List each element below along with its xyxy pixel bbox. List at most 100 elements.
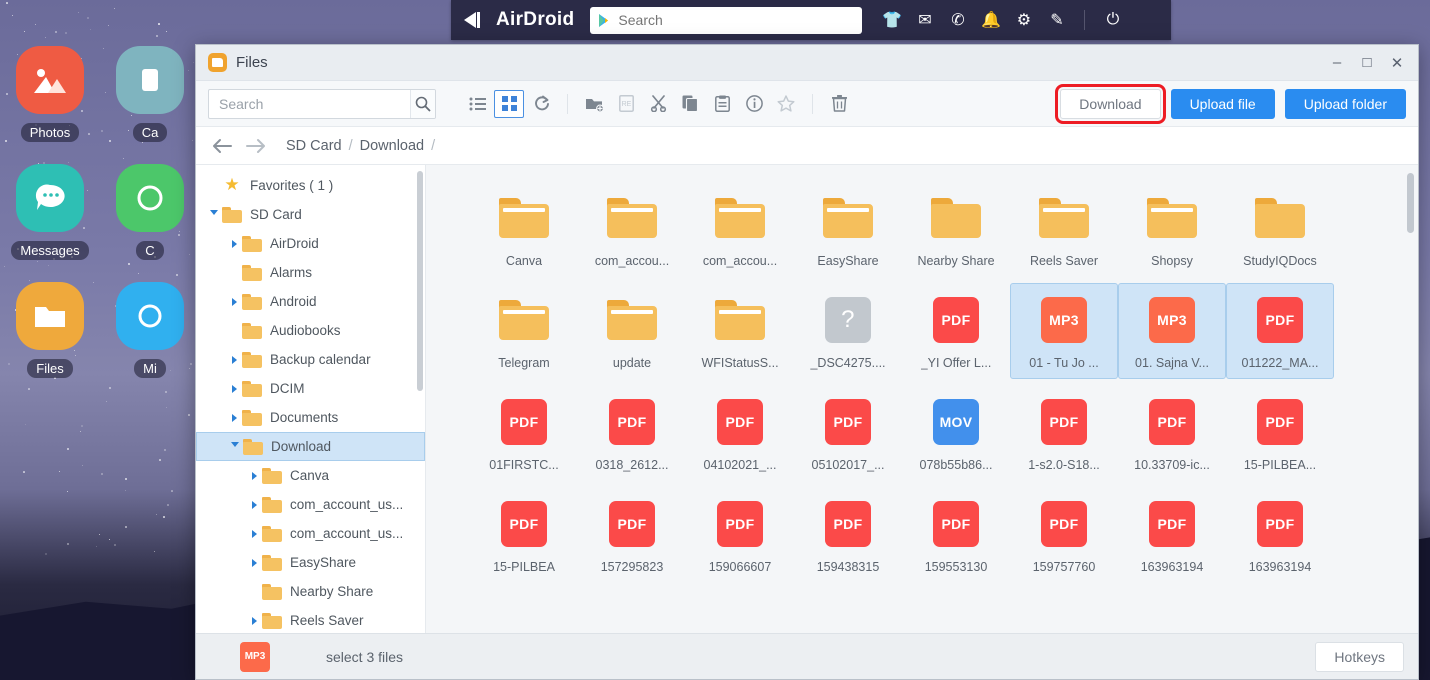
file-item[interactable]: PDF 159757760 — [1010, 487, 1118, 583]
file-item[interactable]: EasyShare — [794, 181, 902, 277]
file-item[interactable]: MP3 01. Sajna V... — [1118, 283, 1226, 379]
star-icon[interactable] — [771, 90, 801, 118]
file-item[interactable]: PDF 10.33709-ic... — [1118, 385, 1226, 481]
file-item[interactable]: PDF 1-s2.0-S18... — [1010, 385, 1118, 481]
file-item[interactable]: PDF 011222_MA... — [1226, 283, 1334, 379]
desktop-icon-ca[interactable]: Ca — [100, 46, 200, 142]
tree-item-download[interactable]: Download — [196, 432, 425, 461]
tree-item-com-account-us[interactable]: com_account_us... — [196, 519, 425, 548]
search-input[interactable] — [209, 90, 410, 118]
file-item[interactable]: ? _DSC4275.... — [794, 283, 902, 379]
phone-icon[interactable]: ✆ — [948, 11, 967, 30]
mail-icon[interactable]: ✉ — [915, 11, 934, 30]
file-item[interactable]: PDF 163963194 — [1118, 487, 1226, 583]
file-item[interactable]: PDF 159066607 — [686, 487, 794, 583]
desktop-icon-photos[interactable]: Photos — [0, 46, 100, 142]
list-view-icon[interactable] — [462, 90, 492, 118]
tree-item-nearby-share[interactable]: Nearby Share — [196, 577, 425, 606]
forward-button[interactable] — [246, 138, 268, 154]
grid-view-icon[interactable] — [494, 90, 524, 118]
breadcrumb-segment[interactable]: SD Card — [286, 138, 342, 154]
file-item[interactable]: PDF 157295823 — [578, 487, 686, 583]
refresh-icon[interactable] — [526, 90, 556, 118]
minimize-button[interactable]: – — [1322, 49, 1352, 77]
desktop-icon-c[interactable]: C — [100, 164, 200, 260]
file-item[interactable]: PDF 05102017_... — [794, 385, 902, 481]
chevron-down-icon[interactable] — [231, 442, 239, 451]
file-item[interactable]: Shopsy — [1118, 181, 1226, 277]
file-item[interactable]: MP3 01 - Tu Jo ... — [1010, 283, 1118, 379]
file-item[interactable]: update — [578, 283, 686, 379]
file-item[interactable]: Canva — [470, 181, 578, 277]
topbar-search-input[interactable] — [618, 12, 854, 28]
hotkeys-button[interactable]: Hotkeys — [1315, 642, 1404, 672]
file-item[interactable]: PDF 01FIRSTC... — [470, 385, 578, 481]
back-button[interactable] — [212, 138, 234, 154]
chevron-right-icon[interactable] — [252, 501, 257, 509]
tree-item-canva[interactable]: Canva — [196, 461, 425, 490]
sidebar-scrollbar[interactable] — [417, 171, 423, 391]
file-item[interactable]: Telegram — [470, 283, 578, 379]
back-triangle-icon[interactable] — [463, 11, 489, 29]
tree-item-dcim[interactable]: DCIM — [196, 374, 425, 403]
maximize-button[interactable]: □ — [1352, 49, 1382, 77]
window-titlebar[interactable]: Files – □ ✕ — [196, 45, 1418, 81]
chevron-right-icon[interactable] — [232, 385, 237, 393]
topbar-search[interactable] — [590, 7, 862, 34]
search-button[interactable] — [410, 90, 435, 118]
tree-item-sd-card[interactable]: SD Card — [196, 200, 425, 229]
file-item[interactable]: StudyIQDocs — [1226, 181, 1334, 277]
chevron-right-icon[interactable] — [232, 414, 237, 422]
chevron-right-icon[interactable] — [252, 530, 257, 538]
file-item[interactable]: MOV 078b55b86... — [902, 385, 1010, 481]
tree-item-favorites-1[interactable]: ★ Favorites ( 1 ) — [196, 171, 425, 200]
new-folder-icon[interactable] — [579, 90, 609, 118]
delete-icon[interactable] — [824, 90, 854, 118]
chevron-right-icon[interactable] — [232, 356, 237, 364]
info-icon[interactable] — [739, 90, 769, 118]
pencil-icon[interactable]: ✎ — [1047, 11, 1066, 30]
tree-item-audiobooks[interactable]: Audiobooks — [196, 316, 425, 345]
gear-icon[interactable]: ⚙ — [1014, 11, 1033, 30]
upload-file-button[interactable]: Upload file — [1171, 89, 1275, 119]
chevron-right-icon[interactable] — [232, 298, 237, 306]
file-item[interactable]: Reels Saver — [1010, 181, 1118, 277]
tree-item-alarms[interactable]: Alarms — [196, 258, 425, 287]
cut-icon[interactable] — [643, 90, 673, 118]
file-item[interactable]: com_accou... — [686, 181, 794, 277]
chevron-right-icon[interactable] — [252, 559, 257, 567]
apps-shirt-icon[interactable]: 👕 — [882, 11, 901, 30]
breadcrumb-segment[interactable]: Download — [360, 138, 425, 154]
chevron-right-icon[interactable] — [252, 472, 257, 480]
search-box[interactable] — [208, 89, 436, 119]
chevron-right-icon[interactable] — [252, 617, 257, 625]
file-item[interactable]: PDF 159438315 — [794, 487, 902, 583]
power-icon[interactable]: ⏻ — [1103, 11, 1122, 30]
file-item[interactable]: PDF 0318_2612... — [578, 385, 686, 481]
tree-item-com-account-us[interactable]: com_account_us... — [196, 490, 425, 519]
tree-item-backup-calendar[interactable]: Backup calendar — [196, 345, 425, 374]
file-item[interactable]: PDF 04102021_... — [686, 385, 794, 481]
desktop-icon-files[interactable]: Files — [0, 282, 100, 378]
copy-icon[interactable] — [675, 90, 705, 118]
file-item[interactable]: PDF 15-PILBEA — [470, 487, 578, 583]
tree-item-reels-saver[interactable]: Reels Saver — [196, 606, 425, 633]
tree-item-airdroid[interactable]: AirDroid — [196, 229, 425, 258]
tree-item-android[interactable]: Android — [196, 287, 425, 316]
file-item[interactable]: Nearby Share — [902, 181, 1010, 277]
bell-icon[interactable]: 🔔 — [981, 11, 1000, 30]
paste-icon[interactable] — [707, 90, 737, 118]
chevron-right-icon[interactable] — [232, 240, 237, 248]
file-item[interactable]: PDF 15-PILBEA... — [1226, 385, 1334, 481]
chevron-down-icon[interactable] — [210, 210, 218, 219]
file-item[interactable]: PDF _YI Offer L... — [902, 283, 1010, 379]
file-item[interactable]: WFIStatusS... — [686, 283, 794, 379]
file-item[interactable]: PDF 163963194 — [1226, 487, 1334, 583]
upload-folder-button[interactable]: Upload folder — [1285, 89, 1406, 119]
desktop-icon-mi[interactable]: Mi — [100, 282, 200, 378]
file-item[interactable]: com_accou... — [578, 181, 686, 277]
file-item[interactable]: PDF 159553130 — [902, 487, 1010, 583]
close-button[interactable]: ✕ — [1382, 49, 1412, 77]
content-scrollbar[interactable] — [1407, 173, 1414, 233]
download-button[interactable]: Download — [1060, 89, 1160, 119]
